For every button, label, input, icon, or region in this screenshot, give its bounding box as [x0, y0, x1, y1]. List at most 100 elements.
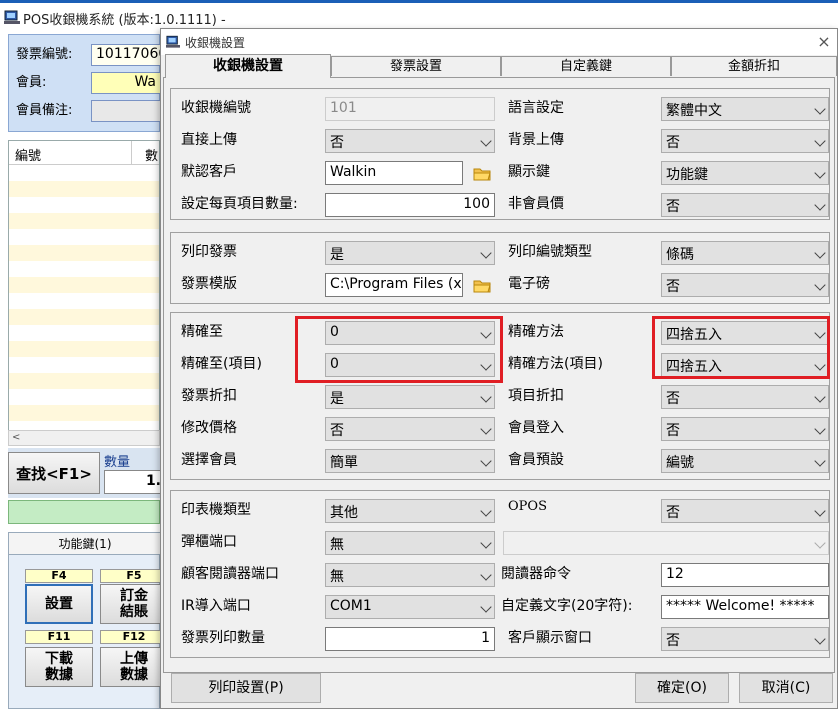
print-count-field[interactable]: 1 [325, 627, 495, 651]
non-member-price-select[interactable]: 否 [661, 193, 829, 217]
item-discount-label: 項目折扣 [508, 388, 564, 404]
grid-horizontal-scrollbar[interactable]: < [8, 430, 160, 446]
chevron-down-icon [814, 537, 826, 549]
e-scale-select[interactable]: 否 [661, 273, 829, 297]
tab-invoice-settings[interactable]: 發票設置 [331, 56, 501, 76]
quantity-field[interactable]: 1. [104, 470, 164, 494]
print-invoice-value: 是 [330, 247, 344, 263]
app-icon [4, 10, 20, 24]
language-label: 語言設定 [508, 100, 564, 116]
items-per-page-label: 設定每頁項目數量: [181, 196, 298, 212]
chevron-down-icon [814, 633, 826, 645]
items-grid[interactable]: 編號 數 [8, 140, 160, 446]
printer-type-select[interactable]: 其他 [325, 499, 495, 523]
reader-cmd-field[interactable]: 12 [661, 563, 829, 587]
grid-row[interactable] [9, 213, 159, 229]
grid-row[interactable] [9, 405, 159, 421]
print-invoice-label: 列印發票 [181, 244, 237, 260]
ok-button[interactable]: 確定(O) [635, 673, 729, 703]
deposit-checkout-button[interactable]: 訂金結賬 [100, 584, 168, 624]
member-note-field[interactable] [91, 100, 161, 122]
general-group: 收銀機編號 101 語言設定 繁體中文 直接上傳 否 背景上傳 否 默認客戶 W… [170, 88, 830, 220]
hardware-group: 印表機類型 其他 OPOS 否 彈櫃端口 無 顧客閱讀器端口 無 閱讀器命令 1… [170, 490, 830, 658]
custom-text-field[interactable]: ***** Welcome! ***** [661, 595, 829, 619]
chevron-down-icon [480, 135, 492, 147]
grid-row[interactable] [9, 373, 159, 389]
function-tab[interactable]: 功能鍵(1) [9, 533, 161, 555]
member-default-select[interactable]: 編號 [661, 449, 829, 473]
invoice-template-field[interactable]: C:\Program Files (x8 [325, 273, 463, 297]
tab-register-settings[interactable]: 收銀機設置 [165, 54, 331, 78]
invoice-no-field[interactable]: 10117060ᵢ [91, 44, 161, 66]
precision-group: 精確至 0 精確方法 四捨五入 精確至(項目) 0 精確方法(項目) 四捨五入 … [170, 312, 830, 480]
drawer-command-select[interactable] [503, 531, 829, 555]
opos-select[interactable]: 否 [661, 499, 829, 523]
main-header-panel: 發票編號: 10117060ᵢ 會員: Wa 會員備注: [8, 34, 161, 132]
grid-row[interactable] [9, 181, 159, 197]
member-login-select[interactable]: 否 [661, 417, 829, 441]
drawer-port-select[interactable]: 無 [325, 531, 495, 555]
member-note-label: 會員備注: [16, 103, 73, 118]
tab-amount-discount[interactable]: 金額折扣 [671, 56, 837, 76]
invoice-template-label: 發票模版 [181, 276, 237, 292]
print-code-type-label: 列印編號類型 [508, 244, 592, 260]
register-no-field[interactable]: 101 [325, 97, 495, 121]
precision-item-label: 精確至(項目) [181, 356, 262, 372]
grid-header-divider [131, 141, 132, 165]
display-key-select[interactable]: 功能鍵 [661, 161, 829, 185]
search-button[interactable]: 查找<F1> [8, 452, 100, 494]
close-icon[interactable]: × [813, 31, 835, 53]
print-code-type-select[interactable]: 條碼 [661, 241, 829, 265]
bg-upload-select[interactable]: 否 [661, 129, 829, 153]
display-key-label: 顯示鍵 [508, 164, 550, 180]
default-customer-field[interactable]: Walkin [325, 161, 463, 185]
non-member-price-value: 否 [666, 199, 680, 215]
dialog-titlebar: 收銀機設置 × [161, 29, 837, 55]
folder-icon[interactable] [473, 278, 491, 294]
grid-row[interactable] [9, 277, 159, 293]
edit-price-select[interactable]: 否 [325, 417, 495, 441]
member-default-value: 編號 [666, 455, 694, 471]
print-code-type-value: 條碼 [666, 247, 694, 263]
edit-price-value: 否 [330, 423, 344, 439]
scroll-left-icon[interactable]: < [12, 432, 20, 443]
settings-button[interactable]: 設置 [25, 584, 93, 624]
non-member-price-label: 非會員價 [508, 196, 564, 212]
language-select[interactable]: 繁體中文 [661, 97, 829, 121]
function-key-panel: 功能鍵(1) F4 F5 設置 訂金結賬 F11 F12 下載數據 上傳數據 [8, 532, 168, 709]
settings-dialog: 收銀機設置 × 收銀機設置 發票設置 自定義鍵 金額折扣 收銀機編號 101 語… [160, 28, 838, 709]
method-label: 精確方法 [508, 324, 564, 340]
chevron-down-icon [480, 455, 492, 467]
reader-port-select[interactable]: 無 [325, 563, 495, 587]
upload-data-button[interactable]: 上傳數據 [100, 647, 168, 687]
chevron-down-icon [480, 423, 492, 435]
drawer-port-label: 彈櫃端口 [181, 534, 237, 550]
select-member-select[interactable]: 簡單 [325, 449, 495, 473]
custom-text-label: 自定義文字(20字符): [501, 598, 633, 614]
printer-type-value: 其他 [330, 505, 358, 521]
member-field[interactable]: Wa [91, 72, 161, 94]
chevron-down-icon [814, 199, 826, 211]
search-panel: 查找<F1> 數量<F3> 1. [8, 448, 164, 498]
member-default-label: 會員預設 [508, 452, 564, 468]
grid-row[interactable] [9, 341, 159, 357]
items-per-page-field[interactable]: 100 [325, 193, 495, 217]
invoice-discount-select[interactable]: 是 [325, 385, 495, 409]
tab-custom-keys[interactable]: 自定義鍵 [501, 56, 671, 76]
folder-icon[interactable] [473, 166, 491, 182]
print-invoice-select[interactable]: 是 [325, 241, 495, 265]
chevron-down-icon [480, 601, 492, 613]
opos-value: 否 [666, 505, 680, 521]
grid-row[interactable] [9, 309, 159, 325]
print-settings-button[interactable]: 列印設置(P) [171, 673, 321, 703]
status-bar [8, 500, 160, 524]
edit-price-label: 修改價格 [181, 420, 237, 436]
ir-port-select[interactable]: COM1 [325, 595, 495, 619]
customer-display-select[interactable]: 否 [661, 627, 829, 651]
cancel-button[interactable]: 取消(C) [739, 673, 833, 703]
grid-row[interactable] [9, 245, 159, 261]
direct-upload-select[interactable]: 否 [325, 129, 495, 153]
download-data-button[interactable]: 下載數據 [25, 647, 93, 687]
ir-port-value: COM1 [330, 598, 372, 614]
item-discount-select[interactable]: 否 [661, 385, 829, 409]
